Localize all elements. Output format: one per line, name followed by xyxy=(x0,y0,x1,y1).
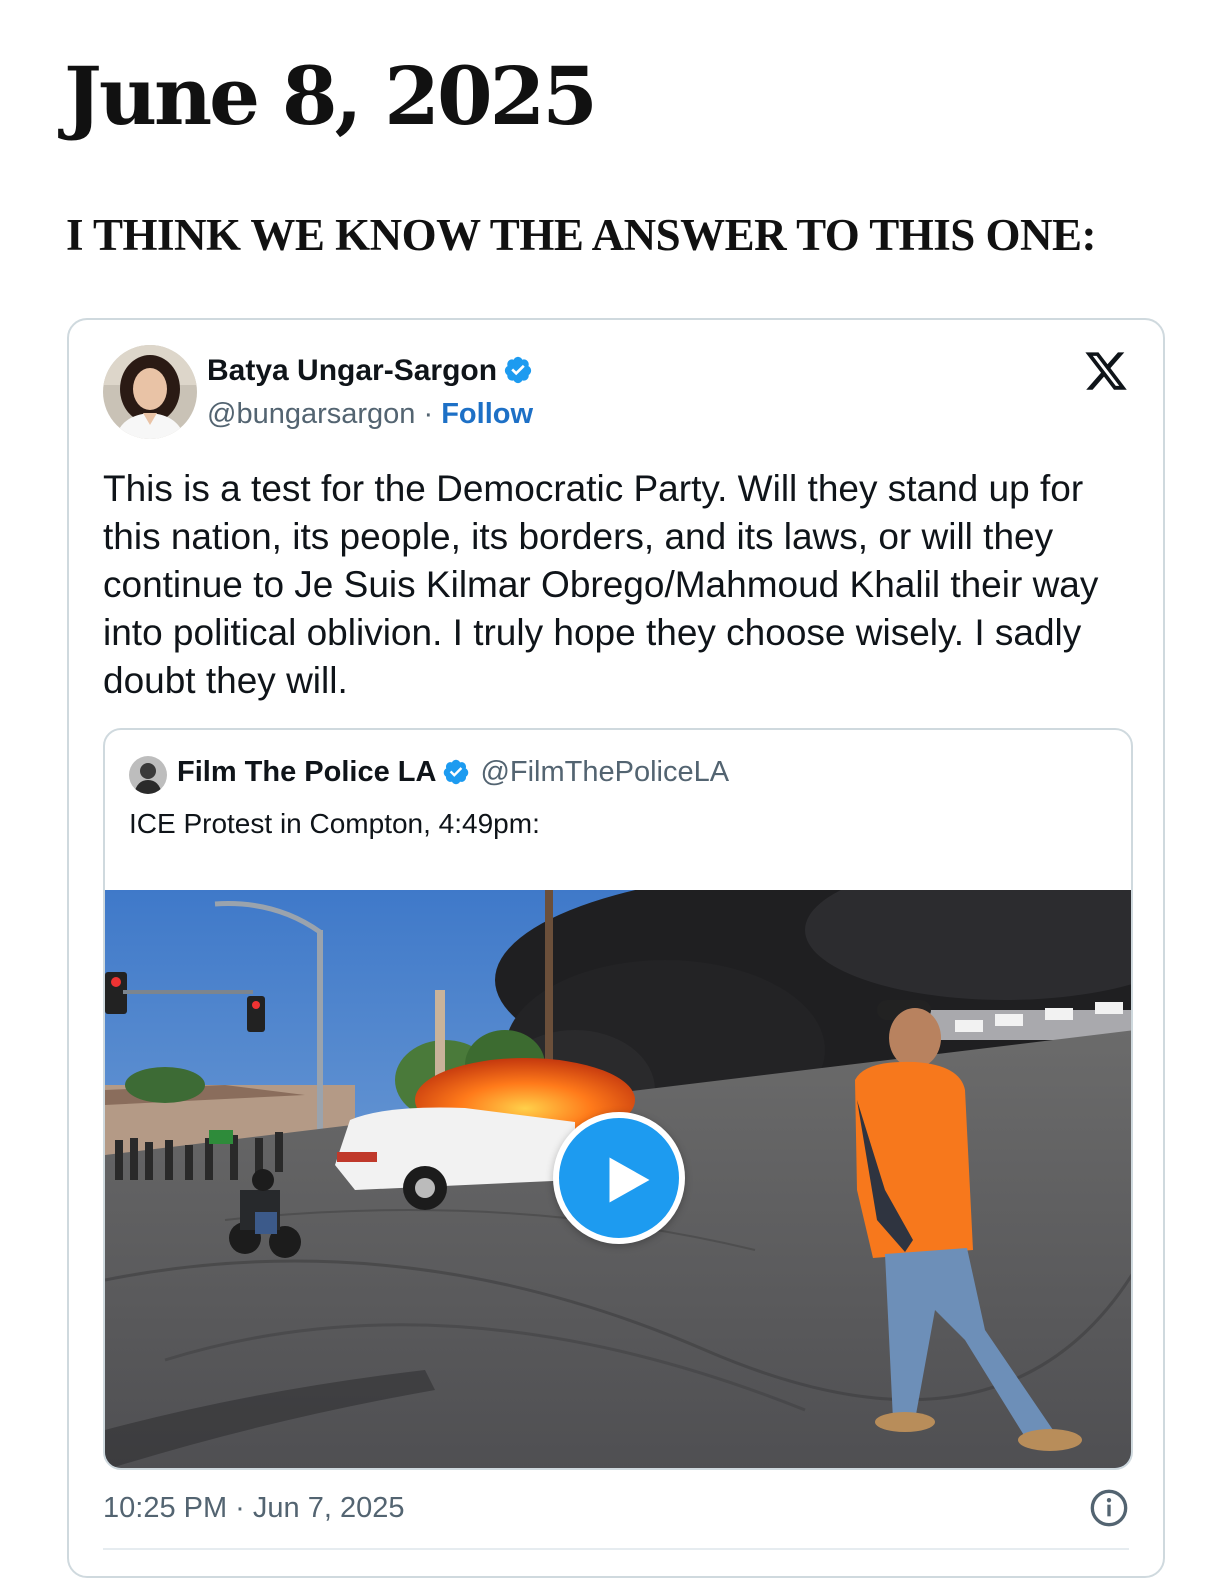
play-icon xyxy=(609,1157,650,1203)
author-avatar[interactable] xyxy=(103,345,197,439)
page-date: June 8, 2025 xyxy=(64,49,598,143)
quoted-author-handle[interactable]: @FilmThePoliceLA xyxy=(480,756,729,788)
tweet-text: This is a test for the Democratic Party.… xyxy=(103,468,1099,701)
page-subhead: I THINK WE KNOW THE ANSWER TO THIS ONE: xyxy=(66,210,1097,260)
verified-badge-icon xyxy=(503,355,533,393)
quoted-tweet-card[interactable]: Film The Police LA @FilmThePoliceLA ICE P… xyxy=(103,728,1133,1470)
video-thumbnail[interactable] xyxy=(105,860,1131,1468)
author-name[interactable]: Batya Ungar-Sargon xyxy=(207,354,497,387)
tweet-embed-card[interactable]: Batya Ungar-Sargon @bungarsargon · Follo… xyxy=(67,318,1165,1578)
card-divider xyxy=(103,1548,1129,1550)
verified-badge-icon xyxy=(442,758,470,794)
info-icon[interactable] xyxy=(1089,1488,1129,1528)
separator-dot: · xyxy=(423,398,434,430)
follow-button[interactable]: Follow xyxy=(441,398,533,430)
quoted-author-line[interactable]: Film The Police LA @FilmThePoliceLA xyxy=(177,756,729,794)
quoted-author-avatar[interactable] xyxy=(129,756,167,794)
quoted-tweet-text: ICE Protest in Compton, 4:49pm: xyxy=(129,808,540,839)
quoted-author-name[interactable]: Film The Police LA xyxy=(177,756,436,788)
play-button[interactable] xyxy=(553,1112,685,1244)
author-name-line[interactable]: Batya Ungar-Sargon xyxy=(207,354,533,393)
tweet-timestamp[interactable]: 10:25 PM · Jun 7, 2025 xyxy=(103,1492,404,1525)
x-logo-icon[interactable] xyxy=(1083,348,1129,394)
author-handle[interactable]: @bungarsargon xyxy=(207,398,415,430)
author-handle-line: @bungarsargon · Follow xyxy=(207,398,533,431)
